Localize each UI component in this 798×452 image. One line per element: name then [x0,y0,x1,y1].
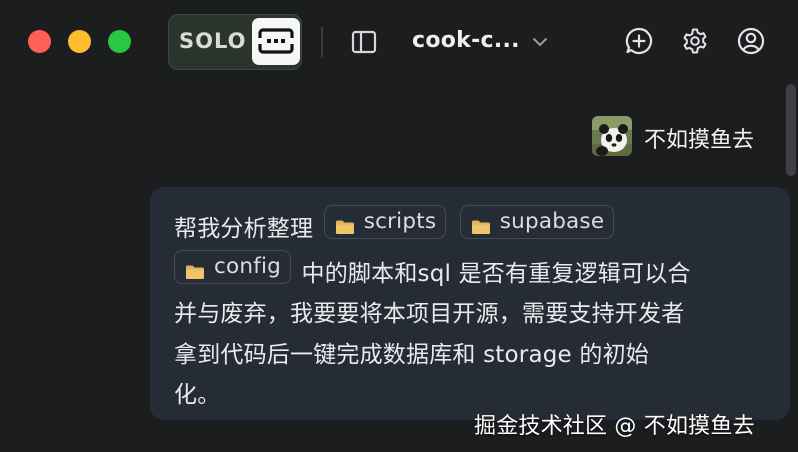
minimize-window-button[interactable] [68,30,91,53]
folder-icon [335,214,355,234]
user-message-bubble: 帮我分析整理 scripts supabase config 中的脚本和sql … [150,187,790,420]
gear-icon[interactable] [680,26,710,56]
message-line-2-text: 中的脚本和sql 是否有重复逻辑可以合 [301,260,691,287]
folder-chip-config[interactable]: config [174,249,291,284]
sidebar-toggle-icon[interactable] [351,29,377,55]
message-line-2: config 中的脚本和sql 是否有重复逻辑可以合 [174,249,759,295]
project-name[interactable]: cook-c... [412,28,520,53]
zoom-window-button[interactable] [108,30,131,53]
folder-chip-supabase[interactable]: supabase [459,205,615,239]
folder-chip-label: scripts [363,209,437,234]
message-line-4: 拿到代码后一键完成数据库和 storage 的初始 [174,341,649,368]
folder-chip-label: supabase [499,209,605,234]
user-circle-icon[interactable] [736,26,766,56]
solo-mode-toggle[interactable]: SOLO [168,14,302,70]
message-text: 帮我分析整理 scripts supabase config 中的脚本和sql … [174,205,759,416]
chevron-down-icon[interactable] [530,32,550,52]
panda-avatar [592,116,632,156]
watermark: 掘金技术社区 @ 不如摸鱼去 [474,414,755,439]
folder-icon [471,214,491,234]
folder-chip-scripts[interactable]: scripts [323,205,447,239]
folder-chip-label: config [214,253,281,279]
solo-mode-label: SOLO [179,29,247,53]
titlebar-divider [321,27,323,57]
scrollbar-thumb[interactable] [786,84,796,176]
user-name: 不如摸鱼去 [644,128,755,153]
message-line-1: 帮我分析整理 scripts supabase [174,205,759,250]
folder-icon [185,259,205,279]
title-bar: SOLO cook-c... [0,0,798,84]
message-intro: 帮我分析整理 [174,216,314,242]
new-chat-icon[interactable] [624,26,654,56]
message-line-3: 并与废弃，我要要将本项目开源，需要支持开发者 [174,301,685,327]
close-window-button[interactable] [28,30,51,53]
solo-mode-icon [252,18,300,65]
app-window: SOLO cook-c... 不如摸鱼去 帮我分析整理 scripts supa… [0,0,798,452]
